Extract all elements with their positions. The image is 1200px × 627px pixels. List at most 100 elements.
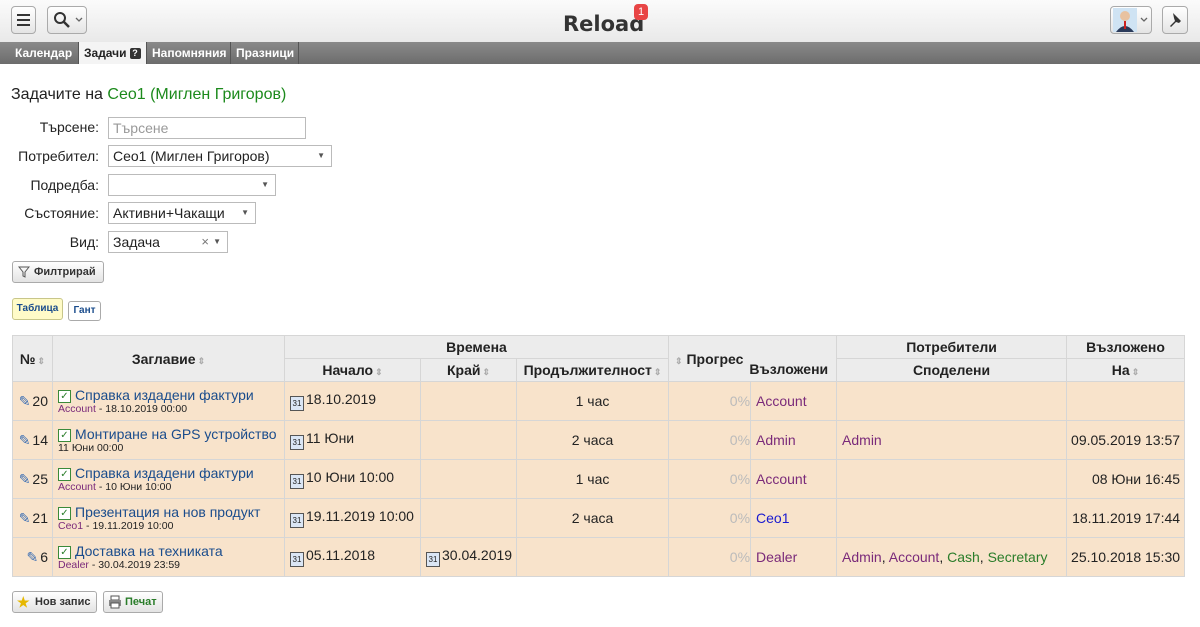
view-gantt-button[interactable]: Гант <box>68 301 101 321</box>
calendar-icon[interactable]: 31 <box>290 513 304 528</box>
col-end-header[interactable]: Край ⇕ <box>420 358 517 382</box>
col-title-header[interactable]: Заглавие ⇕ <box>52 335 285 382</box>
tab-bar: Календар Задачи? Напомняния Празници <box>0 42 1200 64</box>
chevron-down-icon: ▼ <box>317 151 325 160</box>
assigned-cell[interactable]: Admin <box>750 420 838 460</box>
task-owner[interactable]: Ceo1 <box>58 520 83 532</box>
user-menu-button[interactable] <box>1110 6 1152 34</box>
pin-button[interactable] <box>1162 6 1188 34</box>
task-owner[interactable]: Account <box>58 481 96 493</box>
tab-holidays[interactable]: Празници <box>231 42 299 64</box>
table-row[interactable]: ✎ 14 ✓ Монтиране на GPS устройство 11 Юни 00… <box>12 420 1186 460</box>
tab-reminders[interactable]: Напомняния <box>147 42 231 64</box>
col-progress-header[interactable]: ⇕ ПрогресВъзложени <box>668 335 838 382</box>
assigned-on-cell: 08 Юни 16:45 <box>1066 459 1186 499</box>
pencil-icon[interactable]: ✎ <box>26 549 38 565</box>
row-number-cell: ✎ 6 <box>12 537 53 577</box>
app-title: Reload <box>563 12 645 36</box>
progress-cell: 0% <box>668 381 752 421</box>
shared-user[interactable]: Account <box>889 549 940 565</box>
col-start-header[interactable]: Начало ⇕ <box>284 358 421 382</box>
col-duration-header[interactable]: Продължителност ⇕ <box>515 358 670 382</box>
calendar-icon[interactable]: 31 <box>290 396 304 411</box>
start-cell: 31 05.11.2018 <box>284 537 421 577</box>
table-row[interactable]: ✎ 25 ✓ Справка издадени фактури Account - 10… <box>12 459 1186 499</box>
printer-icon <box>109 595 121 609</box>
group-users-header: Потребители <box>836 335 1068 359</box>
task-title-link[interactable]: Справка издадени фактури <box>75 465 254 481</box>
search-button[interactable] <box>47 6 87 34</box>
clear-icon[interactable]: × <box>201 232 209 252</box>
progress-cell: 0% <box>668 537 752 577</box>
calendar-icon[interactable]: 31 <box>426 552 440 567</box>
end-cell <box>420 459 517 499</box>
task-owner[interactable]: Account <box>58 403 96 415</box>
checkbox-icon[interactable]: ✓ <box>58 507 71 520</box>
user-select[interactable]: Ceo1 (Миглен Григоров) ▼ <box>108 145 332 167</box>
table-row[interactable]: ✎ 6 ✓ Доставка на техниката Dealer - 30.04.2… <box>12 537 1186 577</box>
assigned-cell[interactable]: Account <box>750 381 838 421</box>
checkbox-icon[interactable]: ✓ <box>58 468 71 481</box>
assigned-on-cell: 09.05.2019 13:57 <box>1066 420 1186 460</box>
pencil-icon[interactable]: ✎ <box>19 432 31 448</box>
checkbox-icon[interactable]: ✓ <box>58 390 71 403</box>
tab-tasks[interactable]: Задачи? <box>79 42 147 64</box>
page-title: Задачите на Ceo1 (Миглен Григоров) <box>11 86 286 104</box>
pencil-icon[interactable]: ✎ <box>19 510 31 526</box>
shared-user[interactable]: Secretary <box>988 549 1048 565</box>
print-button[interactable]: Печат <box>103 591 163 613</box>
new-record-button[interactable]: ★ Нов запис <box>12 591 97 613</box>
filter-button[interactable]: Филтрирай <box>12 261 104 283</box>
sort-select[interactable]: ▼ <box>108 174 276 196</box>
notification-badge[interactable]: 1 <box>634 4 648 20</box>
calendar-icon[interactable]: 31 <box>290 474 304 489</box>
filter-icon <box>18 266 30 278</box>
task-title-link[interactable]: Монтиране на GPS устройство <box>75 426 277 442</box>
row-title-cell: ✓ Справка издадени фактури Account - 18.10… <box>52 381 285 421</box>
col-no-header[interactable]: № ⇕ <box>12 335 53 382</box>
table-row[interactable]: ✎ 20 ✓ Справка издадени фактури Account - 18… <box>12 381 1186 421</box>
progress-cell: 0% <box>668 420 752 460</box>
kind-select[interactable]: Задача × ▼ <box>108 231 228 253</box>
menu-button[interactable] <box>11 6 36 34</box>
calendar-icon[interactable]: 31 <box>290 435 304 450</box>
avatar <box>1113 8 1148 32</box>
start-value: 05.11.2018 <box>306 547 376 563</box>
tab-holidays-label: Празници <box>236 46 295 60</box>
progress-cell: 0% <box>668 459 752 499</box>
group-assigned-on-header: Възложено <box>1066 335 1186 359</box>
task-title-link[interactable]: Справка издадени фактури <box>75 387 254 403</box>
view-table-button[interactable]: Таблица <box>12 298 63 320</box>
assigned-cell[interactable]: Account <box>750 459 838 499</box>
task-title-link[interactable]: Презентация на нов продукт <box>75 504 260 520</box>
calendar-icon[interactable]: 31 <box>290 552 304 567</box>
sort-label: Подредба: <box>30 177 99 193</box>
pin-icon <box>1170 13 1181 27</box>
user-label: Потребител: <box>18 148 99 164</box>
row-title-cell: ✓ Монтиране на GPS устройство 11 Юни 00:00 <box>52 420 285 460</box>
col-on-header[interactable]: На ⇕ <box>1066 358 1186 382</box>
assigned-cell[interactable]: Ceo1 <box>750 498 838 538</box>
row-number: 25 <box>32 470 48 487</box>
tab-reminders-label: Напомняния <box>152 46 227 60</box>
shared-user[interactable]: Cash <box>947 549 980 565</box>
checkbox-icon[interactable]: ✓ <box>58 429 71 442</box>
checkbox-icon[interactable]: ✓ <box>58 546 71 559</box>
help-icon[interactable]: ? <box>129 48 141 60</box>
table-row[interactable]: ✎ 21 ✓ Презентация на нов продукт Ceo1 - 19.… <box>12 498 1186 538</box>
status-select[interactable]: Активни+Чакащи ▼ <box>108 202 256 224</box>
tab-calendar[interactable]: Календар <box>10 42 79 64</box>
start-value: 11 Юни <box>306 430 355 446</box>
shared-user[interactable]: Admin <box>842 432 882 448</box>
shared-user[interactable]: Admin <box>842 549 882 565</box>
sort-icon: ⇕ <box>37 355 46 366</box>
search-input[interactable]: Търсене <box>108 117 306 139</box>
assigned-on-cell: 18.11.2019 17:44 <box>1066 498 1186 538</box>
pencil-icon[interactable]: ✎ <box>19 393 31 409</box>
assigned-cell[interactable]: Dealer <box>750 537 838 577</box>
task-owner[interactable]: Dealer <box>58 559 89 571</box>
pencil-icon[interactable]: ✎ <box>19 471 31 487</box>
page-title-user[interactable]: Ceo1 (Миглен Григоров) <box>107 86 286 103</box>
task-title-link[interactable]: Доставка на техниката <box>75 543 223 559</box>
page-title-prefix: Задачите на <box>11 86 103 103</box>
